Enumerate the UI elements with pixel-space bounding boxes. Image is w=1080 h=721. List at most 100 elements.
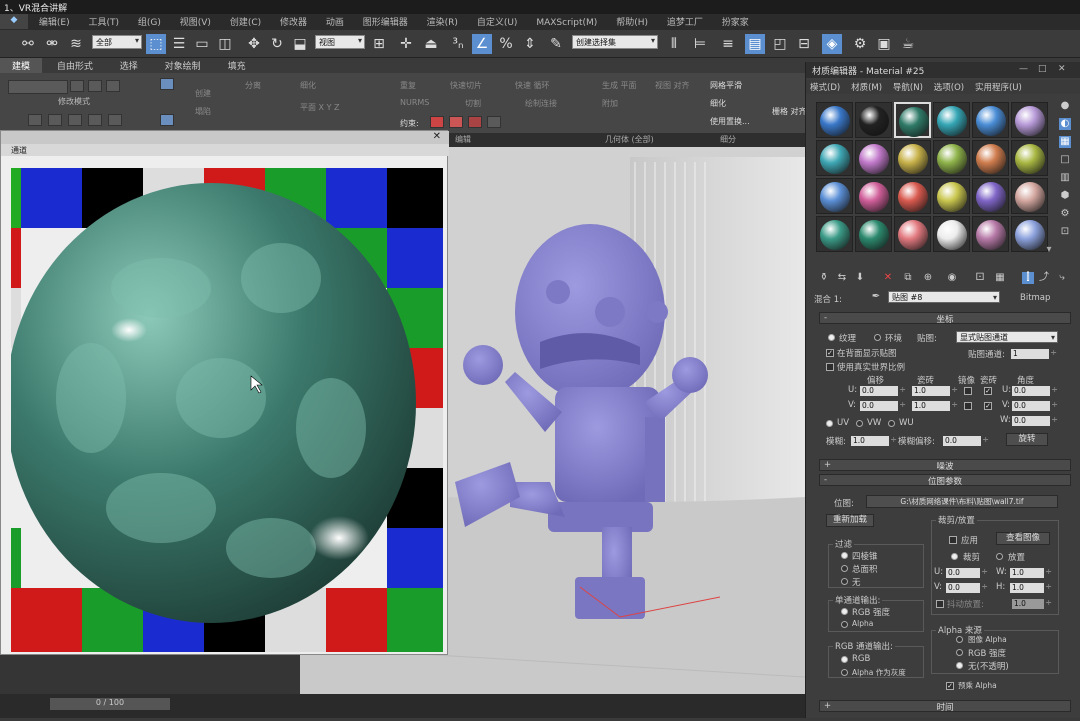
reload-button[interactable]: 重新加载 [826, 514, 874, 527]
pyramidal-radio[interactable] [841, 552, 848, 559]
time-rollout-header[interactable]: + 时间 [819, 700, 1071, 713]
sub-vertex[interactable] [28, 114, 42, 126]
opaque-radio[interactable] [956, 662, 963, 669]
mono-rgb-radio[interactable] [841, 608, 848, 615]
ribbon-attach[interactable]: 附加 [602, 98, 618, 109]
material-slot[interactable] [933, 102, 970, 138]
apply-checkbox[interactable] [949, 536, 957, 544]
v-tiling-spinner[interactable]: 1.0 [912, 400, 958, 411]
mat-menu-mode[interactable]: 模式(D) [806, 80, 844, 94]
noise-rollout-header[interactable]: + 噪波 [819, 459, 1071, 472]
ribbon-item-3[interactable]: 分离 [245, 80, 261, 91]
rgb-radio[interactable] [841, 656, 848, 663]
sample-type-icon[interactable]: ● [1059, 100, 1071, 112]
show-end-icon[interactable]: ⫿ [1022, 272, 1034, 284]
material-slot[interactable] [972, 102, 1009, 138]
select-object-icon[interactable]: ⬚ [146, 34, 166, 54]
uv-tiling-icon[interactable]: □ [1059, 154, 1071, 166]
ribbon-item-1[interactable]: 创建 [195, 88, 211, 99]
menu-create[interactable]: 创建(C) [222, 14, 269, 29]
tab-selection[interactable]: 选择 [108, 58, 150, 73]
select-by-name-icon[interactable]: ☰ [169, 34, 189, 54]
material-slot[interactable] [816, 216, 853, 252]
menu-group[interactable]: 组(G) [130, 14, 169, 29]
crop-radio[interactable] [951, 553, 958, 560]
ribbon-collapse[interactable]: 生成 平面 [602, 80, 637, 91]
u-tiling-spinner[interactable]: 1.0 [912, 385, 958, 396]
texture-radio[interactable] [828, 334, 835, 341]
u-angle-spinner[interactable]: 0.0 [1012, 385, 1058, 396]
material-slot[interactable] [855, 216, 892, 252]
view-image-button[interactable]: 查看图像 [996, 532, 1050, 545]
edit-named-sel-icon[interactable]: ✎ [546, 34, 566, 54]
ribbon-toggle-2[interactable] [160, 114, 174, 126]
get-material-icon[interactable]: ⚱ [818, 272, 830, 284]
v-offset-spinner[interactable]: 0.0 [860, 400, 906, 411]
go-parent-icon[interactable]: ⤴ [1038, 272, 1050, 284]
constraint-face[interactable] [468, 116, 482, 128]
ribbon-cut[interactable]: 切割 [465, 98, 481, 109]
scale-icon[interactable]: ⬓ [290, 34, 310, 54]
sub-border[interactable] [68, 114, 82, 126]
map-name-field[interactable]: 贴图 #8 [888, 291, 1000, 303]
crop-u-spinner[interactable]: 0.0 [946, 567, 988, 578]
uv-radio[interactable] [826, 420, 833, 427]
material-slot[interactable] [972, 140, 1009, 176]
environ-radio[interactable] [874, 334, 881, 341]
show-map-icon[interactable]: ▦ [994, 272, 1006, 284]
poly-tool-1[interactable] [70, 80, 84, 92]
sub-edge[interactable] [48, 114, 62, 126]
show-back-checkbox[interactable]: ✓ [826, 349, 834, 357]
schematic-icon[interactable]: ⊟ [794, 34, 814, 54]
link-icon[interactable]: ⚯ [18, 34, 38, 54]
unlink-icon[interactable]: ⚮ [42, 34, 62, 54]
alpha-gray-radio[interactable] [841, 669, 848, 676]
mapping-dropdown[interactable]: 显式贴图通道 [956, 331, 1058, 343]
material-slot[interactable] [933, 140, 970, 176]
menu-plugin-1[interactable]: 追梦工厂 [659, 14, 711, 29]
background-icon[interactable]: ▦ [1059, 136, 1071, 148]
material-slot[interactable] [1011, 102, 1048, 138]
material-slot[interactable] [816, 102, 853, 138]
options-icon[interactable]: ⚙ [1059, 208, 1071, 220]
ribbon-quickslice[interactable]: 快速切片 [450, 80, 482, 91]
poly-tool-3[interactable] [106, 80, 120, 92]
named-selection-dropdown[interactable]: 创建选择集 [572, 35, 658, 49]
sub-poly[interactable] [88, 114, 102, 126]
menu-animation[interactable]: 动画 [318, 14, 352, 29]
material-slot[interactable] [855, 102, 892, 138]
reset-map-icon[interactable]: ✕ [882, 272, 894, 284]
mat-menu-material[interactable]: 材质(M) [847, 80, 886, 94]
put-library-icon[interactable]: ◉ [946, 272, 958, 284]
render-frame-icon[interactable]: ▣ [874, 34, 894, 54]
material-editor-icon[interactable]: ◈ [822, 34, 842, 54]
menu-edit[interactable]: 编辑(E) [31, 14, 78, 29]
menu-rendering[interactable]: 渲染(R) [419, 14, 466, 29]
layer-icon[interactable]: ≡ [718, 34, 738, 54]
material-slot[interactable] [1011, 178, 1048, 214]
rotate-button[interactable]: 旋转 [1006, 433, 1048, 446]
assign-material-icon[interactable]: ⬇ [854, 272, 866, 284]
map-type-button[interactable]: Bitmap [1020, 293, 1050, 303]
percent-snap-icon[interactable]: % [496, 34, 516, 54]
vw-radio[interactable] [856, 420, 863, 427]
rect-selection-icon[interactable]: ▭ [192, 34, 212, 54]
material-slot[interactable] [894, 216, 931, 252]
menu-plugin-2[interactable]: 扮家家 [714, 14, 757, 29]
real-world-checkbox[interactable] [826, 363, 834, 371]
maximize-icon[interactable]: □ [1038, 64, 1047, 74]
poly-tool-group[interactable] [8, 80, 68, 94]
geometry-panel-label[interactable]: 几何体 (全部) [605, 134, 654, 145]
sub-element[interactable] [108, 114, 122, 126]
go-sibling-icon[interactable]: ⤷ [1056, 272, 1068, 284]
material-slot[interactable] [855, 140, 892, 176]
material-slot[interactable] [972, 216, 1009, 252]
put-material-icon[interactable]: ⇆ [836, 272, 848, 284]
manipulate-icon[interactable]: ✛ [396, 34, 416, 54]
filter-none-radio[interactable] [841, 578, 848, 585]
align-icon[interactable]: ⊨ [690, 34, 710, 54]
summed-area-radio[interactable] [841, 565, 848, 572]
slot-scroll-icon[interactable]: ▾ [1043, 244, 1055, 256]
select-by-material-icon[interactable]: ⊡ [1059, 226, 1071, 238]
w-angle-spinner[interactable]: 0.0 [1012, 415, 1058, 426]
